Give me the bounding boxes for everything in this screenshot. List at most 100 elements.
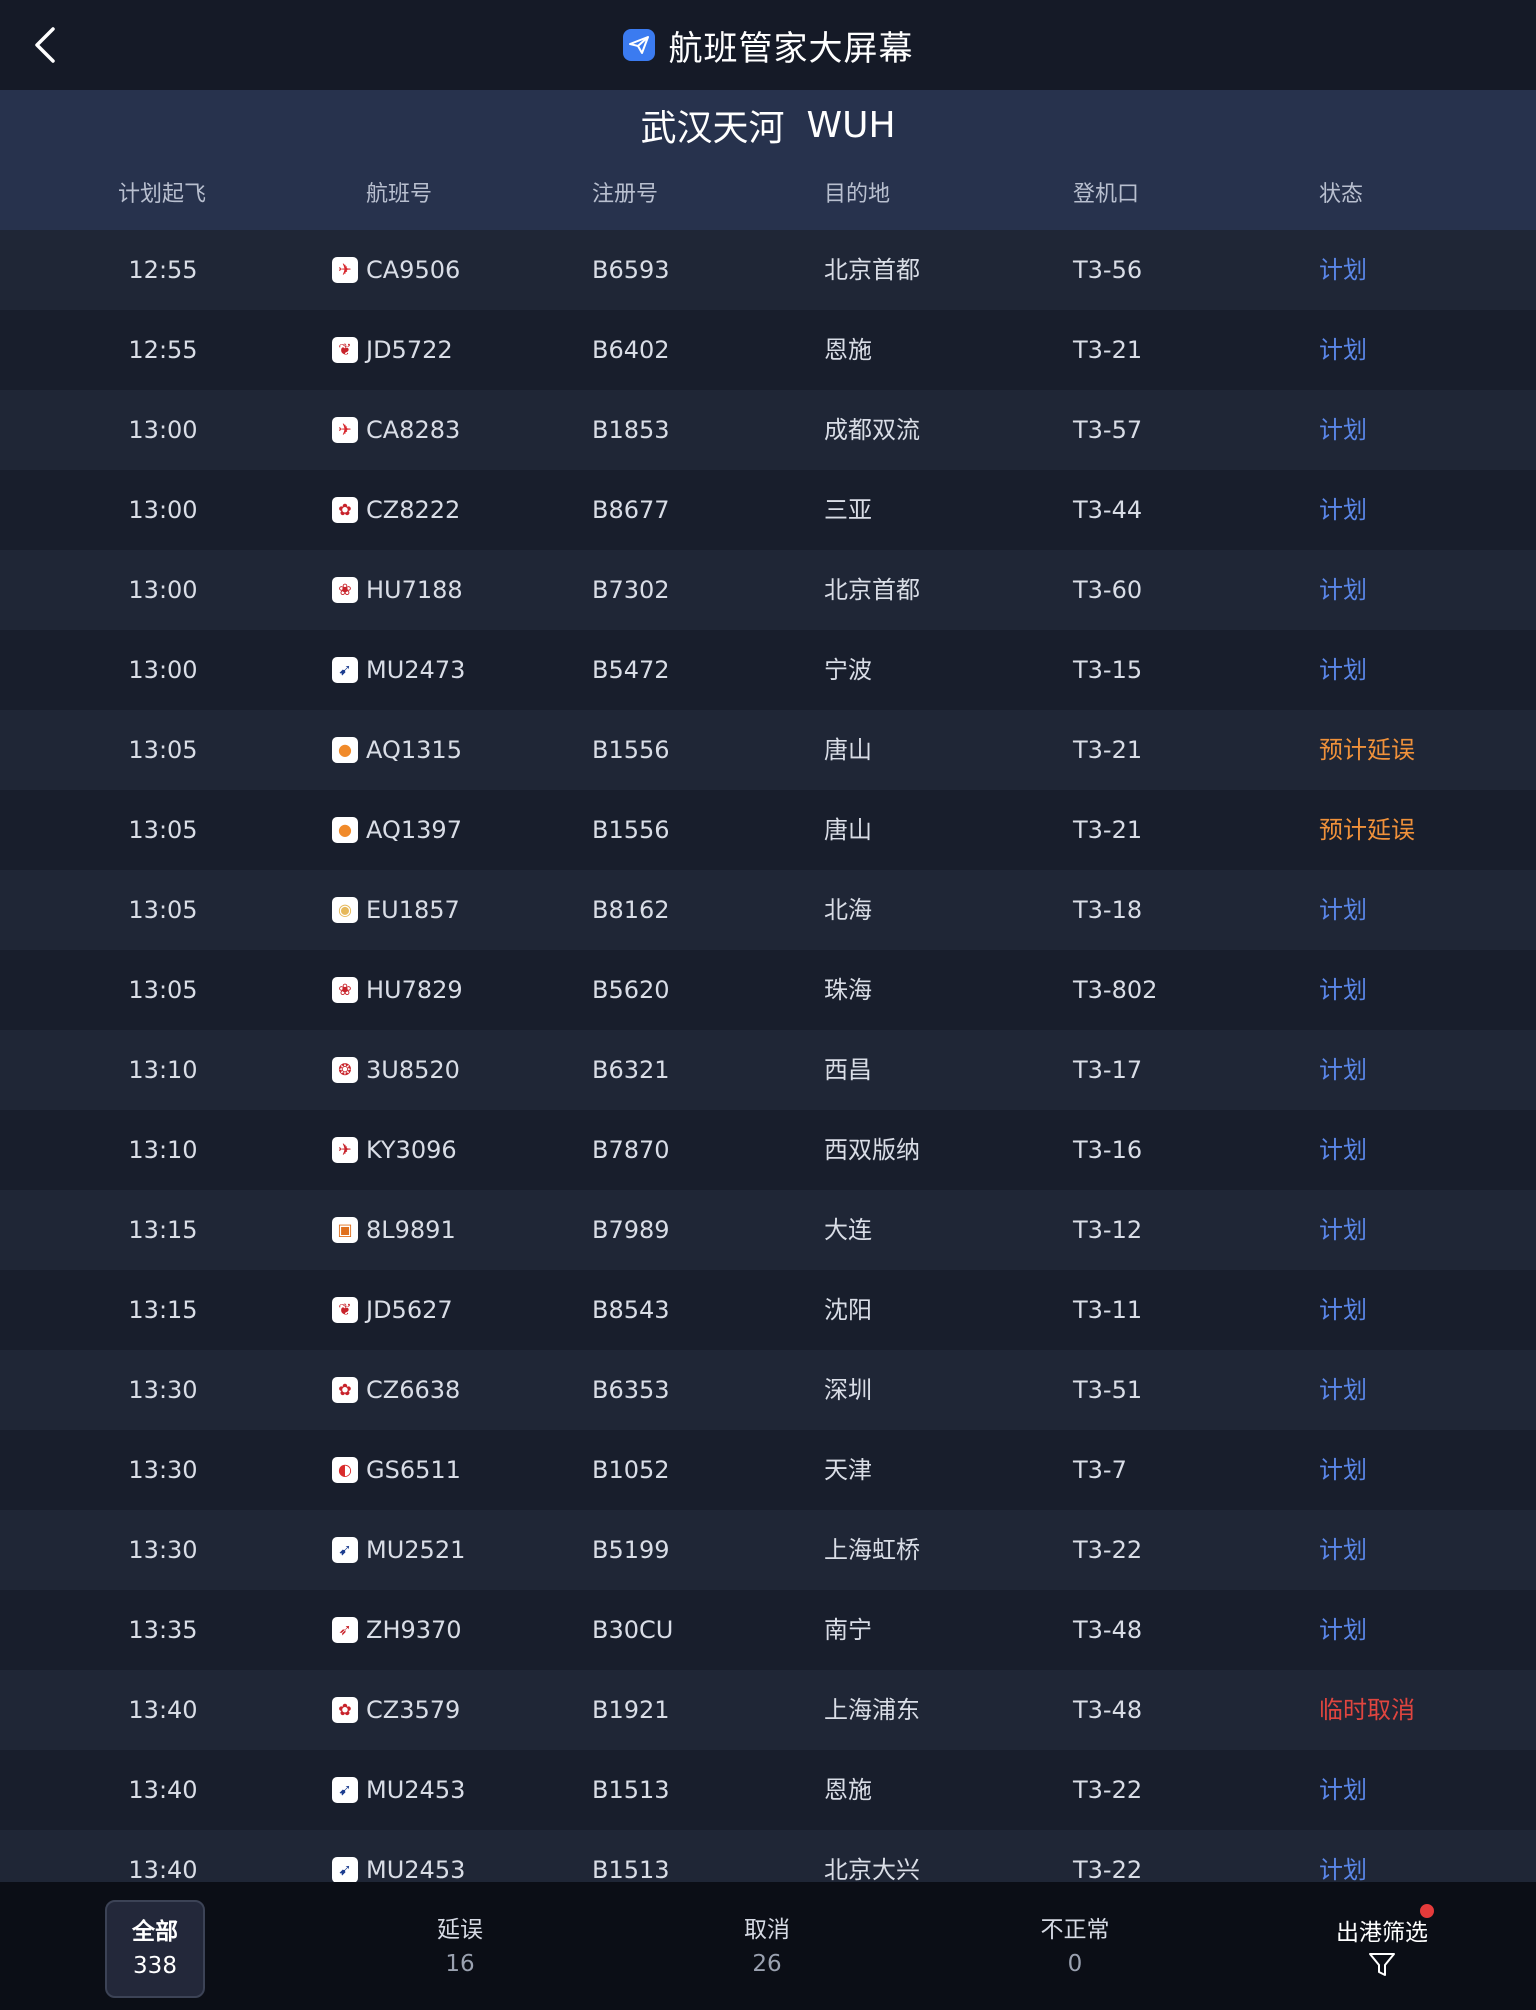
air-china-logo-icon: ✈	[332, 417, 358, 443]
flight-number: ZH9370	[366, 1616, 462, 1644]
airport-code: WUH	[806, 104, 896, 146]
table-row[interactable]: 13:15 ❦ JD5627 B8543 沈阳 T3-11 计划	[0, 1270, 1536, 1350]
registration-number: B6353	[592, 1376, 670, 1404]
tab-label: 不正常	[1040, 1917, 1110, 1943]
flight-number: CA9506	[366, 256, 461, 284]
status-badge: 计划	[1319, 1136, 1367, 1164]
registration-number: B8162	[592, 896, 670, 924]
destination: 大连	[824, 1216, 872, 1244]
flight-number: MU2453	[366, 1776, 466, 1804]
gate: T3-7	[1073, 1456, 1127, 1484]
column-header-time: 计划起飞	[118, 182, 207, 207]
hainan-airlines-logo-icon: ❀	[332, 577, 358, 603]
flight-number-cell: ❀ HU7188	[332, 550, 463, 630]
departure-time: 13:00	[128, 496, 198, 524]
table-row[interactable]: 13:30 ➹ MU2521 B5199 上海虹桥 T3-22 计划	[0, 1510, 1536, 1590]
chevron-left-icon	[35, 27, 55, 63]
registration-number: B6321	[592, 1056, 670, 1084]
flight-number-cell: ❦ JD5627	[332, 1270, 453, 1350]
registration-number: B1921	[592, 1696, 670, 1724]
table-row[interactable]: 12:55 ❦ JD5722 B6402 恩施 T3-21 计划	[0, 310, 1536, 390]
gate: T3-21	[1073, 816, 1143, 844]
status-badge: 计划	[1319, 416, 1367, 444]
gate: T3-48	[1073, 1616, 1143, 1644]
tab-count: 16	[445, 1951, 475, 1977]
departure-time: 13:05	[128, 976, 198, 1004]
table-row[interactable]: 13:00 ❀ HU7188 B7302 北京首都 T3-60 计划	[0, 550, 1536, 630]
departure-time: 13:05	[128, 736, 198, 764]
airport-title: 武汉天河 WUH	[0, 90, 1536, 160]
destination: 沈阳	[824, 1296, 872, 1324]
destination: 恩施	[824, 1776, 872, 1804]
gate: T3-21	[1073, 336, 1143, 364]
tab-all[interactable]: 全部 338	[105, 1900, 205, 1998]
registration-number: B7870	[592, 1136, 670, 1164]
registration-number: B1052	[592, 1456, 670, 1484]
table-row[interactable]: 13:40 ➹ MU2453 B1513 恩施 T3-22 计划	[0, 1750, 1536, 1830]
departure-filter-button[interactable]: 出港筛选	[1320, 1900, 1444, 1994]
table-row[interactable]: 13:05 ❀ HU7829 B5620 珠海 T3-802 计划	[0, 950, 1536, 1030]
tab-delayed[interactable]: 延误 16	[412, 1900, 508, 1994]
table-row[interactable]: 13:30 ✿ CZ6638 B6353 深圳 T3-51 计划	[0, 1350, 1536, 1430]
tab-abnormal[interactable]: 不正常 0	[1027, 1900, 1123, 1994]
destination: 珠海	[824, 976, 872, 1004]
china-southern-logo-icon: ✿	[332, 1377, 358, 1403]
table-row[interactable]: 13:05 ● AQ1315 B1556 唐山 T3-21 预计延误	[0, 710, 1536, 790]
flight-number: EU1857	[366, 896, 460, 924]
status-badge: 预计延误	[1319, 736, 1415, 764]
back-button[interactable]	[22, 22, 68, 68]
flight-number: 8L9891	[366, 1216, 456, 1244]
table-row[interactable]: 13:05 ◉ EU1857 B8162 北海 T3-18 计划	[0, 870, 1536, 950]
capital-airlines-logo-icon: ❦	[332, 337, 358, 363]
gate: T3-12	[1073, 1216, 1143, 1244]
flight-number: 3U8520	[366, 1056, 460, 1084]
tab-cancelled[interactable]: 取消 26	[719, 1900, 815, 1994]
flight-number-cell: ✈ CA8283	[332, 390, 460, 470]
flight-number-cell: ❂ 3U8520	[332, 1030, 460, 1110]
tab-count: 338	[133, 1953, 177, 1979]
kunming-airlines-logo-icon: ✈	[332, 1137, 358, 1163]
tianjin-airlines-logo-icon: ◐	[332, 1457, 358, 1483]
table-row[interactable]: 12:55 ✈ CA9506 B6593 北京首都 T3-56 计划	[0, 230, 1536, 310]
flight-number: JD5722	[366, 336, 453, 364]
registration-number: B1556	[592, 816, 670, 844]
status-badge: 临时取消	[1319, 1696, 1415, 1724]
table-row[interactable]: 13:00 ➹ MU2473 B5472 宁波 T3-15 计划	[0, 630, 1536, 710]
table-row[interactable]: 13:35 ➶ ZH9370 B30CU 南宁 T3-48 计划	[0, 1590, 1536, 1670]
china-eastern-logo-icon: ➹	[332, 1777, 358, 1803]
table-row[interactable]: 13:30 ◐ GS6511 B1052 天津 T3-7 计划	[0, 1430, 1536, 1510]
gate: T3-22	[1073, 1776, 1143, 1804]
status-badge: 计划	[1319, 1456, 1367, 1484]
flight-number: HU7829	[366, 976, 463, 1004]
departure-time: 12:55	[128, 256, 198, 284]
destination: 恩施	[824, 336, 872, 364]
flight-number-cell: ▣ 8L9891	[332, 1190, 456, 1270]
destination: 深圳	[824, 1376, 872, 1404]
table-row[interactable]: 13:00 ✿ CZ8222 B8677 三亚 T3-44 计划	[0, 470, 1536, 550]
gate: T3-17	[1073, 1056, 1143, 1084]
table-row[interactable]: 13:15 ▣ 8L9891 B7989 大连 T3-12 计划	[0, 1190, 1536, 1270]
flight-number: CZ3579	[366, 1696, 461, 1724]
flight-number: MU2473	[366, 656, 466, 684]
registration-number: B7989	[592, 1216, 670, 1244]
flight-number: AQ1315	[366, 736, 462, 764]
gate: T3-16	[1073, 1136, 1143, 1164]
table-row[interactable]: 13:00 ✈ CA8283 B1853 成都双流 T3-57 计划	[0, 390, 1536, 470]
table-row[interactable]: 13:05 ● AQ1397 B1556 唐山 T3-21 预计延误	[0, 790, 1536, 870]
registration-number: B8677	[592, 496, 670, 524]
paper-plane-icon	[622, 29, 655, 61]
flight-number-cell: ❀ HU7829	[332, 950, 463, 1030]
destination: 北京首都	[824, 576, 920, 604]
gate: T3-48	[1073, 1696, 1143, 1724]
gate: T3-57	[1073, 416, 1143, 444]
status-badge: 计划	[1319, 1056, 1367, 1084]
shenzhen-airlines-logo-icon: ➶	[332, 1617, 358, 1643]
table-row[interactable]: 13:10 ✈ KY3096 B7870 西双版纳 T3-16 计划	[0, 1110, 1536, 1190]
table-row[interactable]: 13:10 ❂ 3U8520 B6321 西昌 T3-17 计划	[0, 1030, 1536, 1110]
departure-time: 13:10	[128, 1136, 198, 1164]
column-header-status: 状态	[1319, 182, 1364, 207]
flight-number: HU7188	[366, 576, 463, 604]
departure-time: 13:30	[128, 1376, 198, 1404]
table-row[interactable]: 13:40 ✿ CZ3579 B1921 上海浦东 T3-48 临时取消	[0, 1670, 1536, 1750]
page-title: 航班管家大屏幕	[668, 28, 914, 69]
